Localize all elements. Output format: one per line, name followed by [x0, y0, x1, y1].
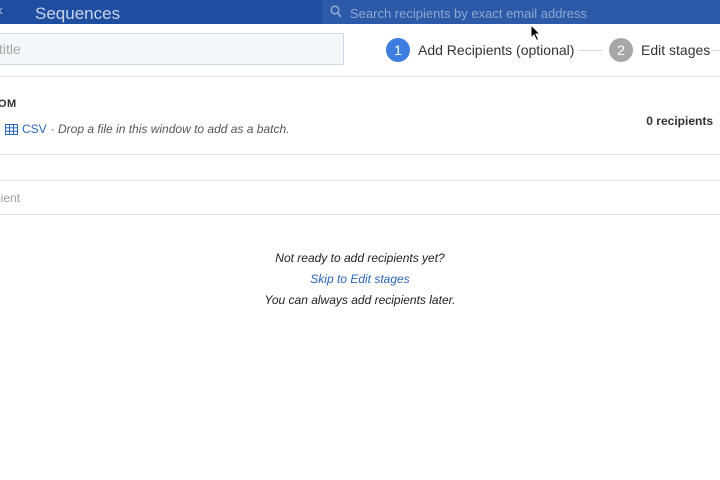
chevron-left-icon[interactable]: ‹: [0, 2, 3, 20]
empty-state-message: Not ready to add recipients yet?: [275, 251, 445, 265]
modal-header: 1 Add Recipients (optional) 2 Edit stage…: [0, 24, 720, 77]
recipients-count: 0 recipients: [646, 114, 713, 128]
app-title: Sequences: [35, 4, 121, 23]
sequence-title-input[interactable]: [0, 33, 344, 65]
add-recipient-input[interactable]: [0, 188, 294, 208]
sequence-modal: 1 Add Recipients (optional) 2 Edit stage…: [0, 24, 720, 480]
step-connector: [578, 50, 602, 51]
empty-state-note: You can always add recipients later.: [264, 293, 456, 307]
step-label: Edit stages: [641, 42, 711, 58]
search-placeholder: Search recipients by exact email address: [350, 6, 588, 21]
empty-state: Not ready to add recipients yet? Skip to…: [0, 248, 720, 311]
step-number: 1: [386, 38, 410, 62]
step-add-recipients[interactable]: 1 Add Recipients (optional): [386, 38, 574, 62]
csv-import-row: CSV · Drop a file in this window to add …: [5, 122, 289, 136]
mouse-cursor-icon: [530, 24, 542, 42]
divider: [0, 180, 720, 181]
divider: [0, 154, 720, 155]
from-label: OM: [0, 98, 17, 110]
divider: [0, 214, 720, 215]
app-header: ‹ Sequences Search recipients by exact e…: [0, 0, 720, 24]
step-label: Add Recipients (optional): [418, 42, 575, 58]
search-icon: [330, 5, 342, 18]
csv-upload-link[interactable]: CSV: [22, 122, 47, 136]
drop-hint: · Drop a file in this window to add as a…: [50, 122, 290, 136]
skip-to-edit-stages-link[interactable]: Skip to Edit stages: [310, 272, 409, 286]
step-connector: [712, 50, 720, 51]
table-icon: [5, 123, 18, 135]
search-bar[interactable]: Search recipients by exact email address: [322, 0, 720, 24]
step-edit-stages[interactable]: 2 Edit stages: [609, 38, 710, 62]
step-number: 2: [609, 38, 633, 62]
